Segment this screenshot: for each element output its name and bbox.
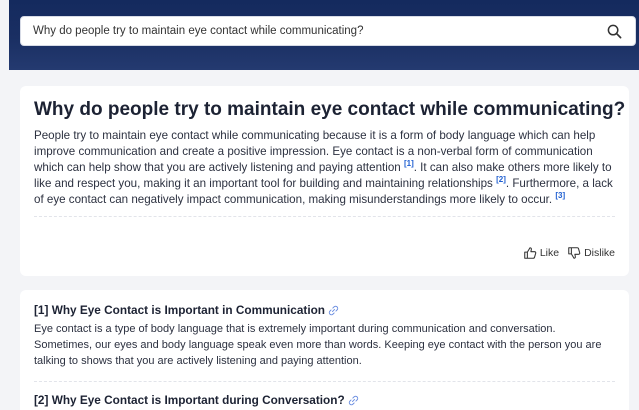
source-item-1-snippet: Eye contact is a type of body language t… <box>34 323 602 367</box>
like-label: Like <box>539 247 560 259</box>
answer-card: Why do people try to maintain eye contac… <box>20 86 629 276</box>
thumbs-down-icon <box>567 246 581 260</box>
source-item-1-title[interactable]: [1] Why Eye Contact is Important in Comm… <box>34 302 615 318</box>
citation-link-1[interactable]: [1] <box>404 159 414 168</box>
search-bar[interactable]: Why do people try to maintain eye contac… <box>20 16 636 46</box>
search-icon[interactable] <box>605 22 623 40</box>
header-bar: Why do people try to maintain eye contac… <box>9 0 639 70</box>
citation-link-2[interactable]: [2] <box>496 175 506 184</box>
like-button[interactable]: Like <box>523 246 559 260</box>
sources-card: [1] Why Eye Contact is Important in Comm… <box>20 290 629 410</box>
answer-text: People try to maintain eye contact while… <box>34 128 615 208</box>
link-icon[interactable] <box>328 305 339 316</box>
source-title-text[interactable]: [2] Why Eye Contact is Important during … <box>34 392 345 408</box>
citation-link-3[interactable]: [3] <box>555 191 565 200</box>
answer-title: Why do people try to maintain eye contac… <box>34 99 626 120</box>
source-item-2-title[interactable]: [2] Why Eye Contact is Important during … <box>34 392 615 408</box>
search-input[interactable]: Why do people try to maintain eye contac… <box>33 25 605 37</box>
dislike-label: Dislike <box>584 247 615 259</box>
link-icon[interactable] <box>348 395 359 406</box>
answer-divider <box>34 216 615 217</box>
source-title-text[interactable]: [1] Why Eye Contact is Important in Comm… <box>34 302 325 318</box>
thumbs-up-icon <box>523 246 537 260</box>
source-divider <box>34 381 615 382</box>
dislike-button[interactable]: Dislike <box>567 246 615 260</box>
feedback-bar: Like Dislike <box>523 246 615 260</box>
